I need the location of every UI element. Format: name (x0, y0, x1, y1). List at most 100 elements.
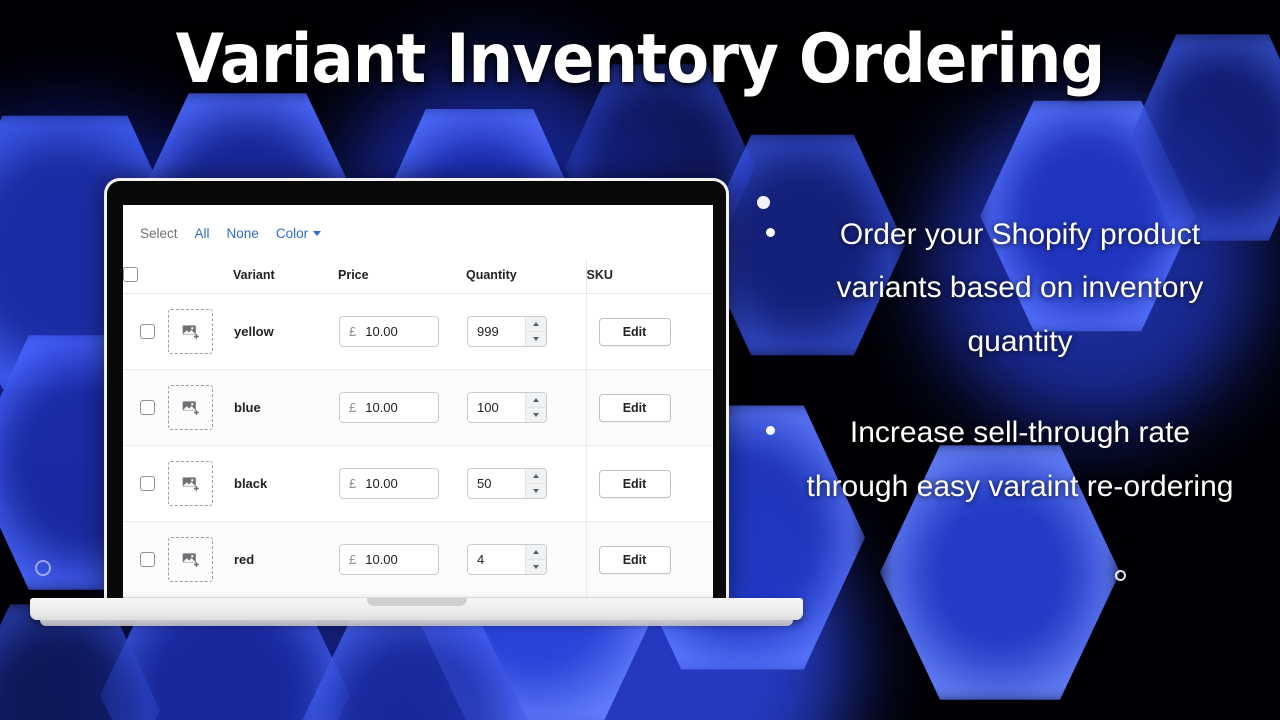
add-image-icon[interactable] (168, 309, 213, 354)
bullet-dot-icon (766, 228, 775, 237)
row-image-cell (167, 369, 233, 446)
price-column-header: Price (338, 259, 466, 294)
quantity-stepper[interactable]: 50 (467, 468, 547, 499)
arrow-up-icon (533, 550, 539, 554)
bokeh-ring (1115, 570, 1126, 581)
bokeh-ring (35, 560, 51, 576)
image-header-cell (167, 259, 233, 294)
variant-app: Select All None Color Variant Price Quan… (123, 205, 713, 598)
bullet-dot-icon (766, 426, 775, 436)
stepper-decrement-button[interactable] (526, 332, 546, 346)
edit-button[interactable]: Edit (598, 545, 671, 574)
currency-symbol: £ (349, 324, 357, 339)
row-sku-cell: Edit (585, 293, 713, 370)
quantity-value[interactable]: 4 (468, 545, 525, 574)
edit-button[interactable]: Edit (598, 393, 671, 422)
edit-button[interactable]: Edit (598, 469, 671, 498)
arrow-up-icon (533, 398, 539, 402)
edit-button[interactable]: Edit (598, 317, 671, 346)
arrow-down-icon (533, 565, 539, 569)
variant-name: black (234, 476, 268, 491)
row-sku-cell: Edit (585, 369, 713, 446)
quantity-value[interactable]: 100 (468, 393, 525, 422)
stepper-increment-button[interactable] (526, 469, 546, 484)
laptop-lid: Select All None Color Variant Price Quan… (104, 178, 729, 601)
currency-symbol: £ (349, 400, 357, 415)
add-image-icon[interactable] (168, 385, 213, 430)
row-image-cell (167, 293, 233, 370)
price-input[interactable]: £10.00 (339, 544, 439, 575)
sku-column-header: SKU (585, 259, 713, 294)
stepper-increment-button[interactable] (526, 545, 546, 560)
variant-name: red (234, 552, 255, 567)
page-title: Variant Inventory Ordering (175, 20, 1106, 99)
slide: Variant Inventory Ordering Order your Sh… (0, 0, 1280, 720)
row-quantity-cell: 100 (466, 369, 586, 446)
add-image-icon[interactable] (168, 461, 213, 506)
quantity-stepper[interactable]: 999 (467, 316, 547, 347)
quantity-value[interactable]: 999 (468, 317, 525, 346)
stepper-decrement-button[interactable] (526, 408, 546, 422)
quantity-value[interactable]: 50 (468, 469, 525, 498)
stepper-increment-button[interactable] (526, 317, 546, 332)
row-quantity-cell: 50 (466, 445, 586, 522)
row-price-cell: £10.00 (338, 293, 466, 370)
bullet-text: Increase sell-through rate through easy … (806, 416, 1234, 503)
quantity-stepper[interactable]: 4 (467, 544, 547, 575)
select-all-header-cell (123, 259, 167, 294)
row-checkbox[interactable] (140, 552, 155, 567)
feature-bullet-list: Order your Shopify product variants base… (748, 208, 1268, 513)
currency-symbol: £ (349, 476, 357, 491)
stepper-buttons (525, 317, 546, 346)
row-variant-cell: yellow (233, 293, 338, 370)
table-row: red £10.00 4 Edit (123, 521, 713, 598)
variant-column-header: Variant (233, 259, 338, 294)
row-select-cell (123, 369, 167, 446)
select-none-link[interactable]: None (227, 226, 259, 241)
variants-table: Variant Price Quantity SKU yellow £10.00 9… (123, 259, 713, 598)
laptop-base (30, 598, 803, 620)
add-image-icon-svg (182, 552, 199, 567)
table-row: black £10.00 50 Edit (123, 445, 713, 522)
select-all-link[interactable]: All (195, 226, 210, 241)
row-image-cell (167, 521, 233, 598)
row-select-cell (123, 521, 167, 598)
chevron-down-icon (313, 231, 322, 236)
stepper-decrement-button[interactable] (526, 560, 546, 574)
arrow-down-icon (533, 337, 539, 341)
variant-name: yellow (234, 324, 274, 339)
table-row: blue £10.00 100 Edit (123, 369, 713, 446)
list-item: Order your Shopify product variants base… (748, 208, 1268, 368)
stepper-buttons (525, 393, 546, 422)
add-image-icon-svg (182, 400, 199, 415)
arrow-up-icon (533, 474, 539, 478)
table-row: yellow £10.00 999 Edit (123, 293, 713, 370)
stepper-decrement-button[interactable] (526, 484, 546, 498)
row-variant-cell: black (233, 445, 338, 522)
price-input[interactable]: £10.00 (339, 392, 439, 423)
stepper-buttons (525, 469, 546, 498)
price-input[interactable]: £10.00 (339, 468, 439, 499)
color-filter-dropdown[interactable]: Color (276, 226, 322, 241)
row-quantity-cell: 4 (466, 521, 586, 598)
quantity-stepper[interactable]: 100 (467, 392, 547, 423)
row-image-cell (167, 445, 233, 522)
stepper-increment-button[interactable] (526, 393, 546, 408)
bullet-text: Order your Shopify product variants base… (836, 218, 1204, 358)
add-image-icon[interactable] (168, 537, 213, 582)
row-select-cell (123, 293, 167, 370)
price-value: 10.00 (365, 324, 398, 339)
price-input[interactable]: £10.00 (339, 316, 439, 347)
row-checkbox[interactable] (140, 324, 155, 339)
select-all-checkbox[interactable] (123, 267, 138, 282)
row-checkbox[interactable] (140, 476, 155, 491)
quantity-column-header: Quantity (466, 259, 586, 294)
price-value: 10.00 (365, 476, 398, 491)
row-checkbox[interactable] (140, 400, 155, 415)
price-value: 10.00 (365, 552, 398, 567)
laptop-mockup: Select All None Color Variant Price Quan… (30, 178, 803, 626)
laptop-base-foot (40, 620, 793, 626)
list-item: Increase sell-through rate through easy … (748, 406, 1268, 513)
row-sku-cell: Edit (585, 521, 713, 598)
row-sku-cell: Edit (585, 445, 713, 522)
